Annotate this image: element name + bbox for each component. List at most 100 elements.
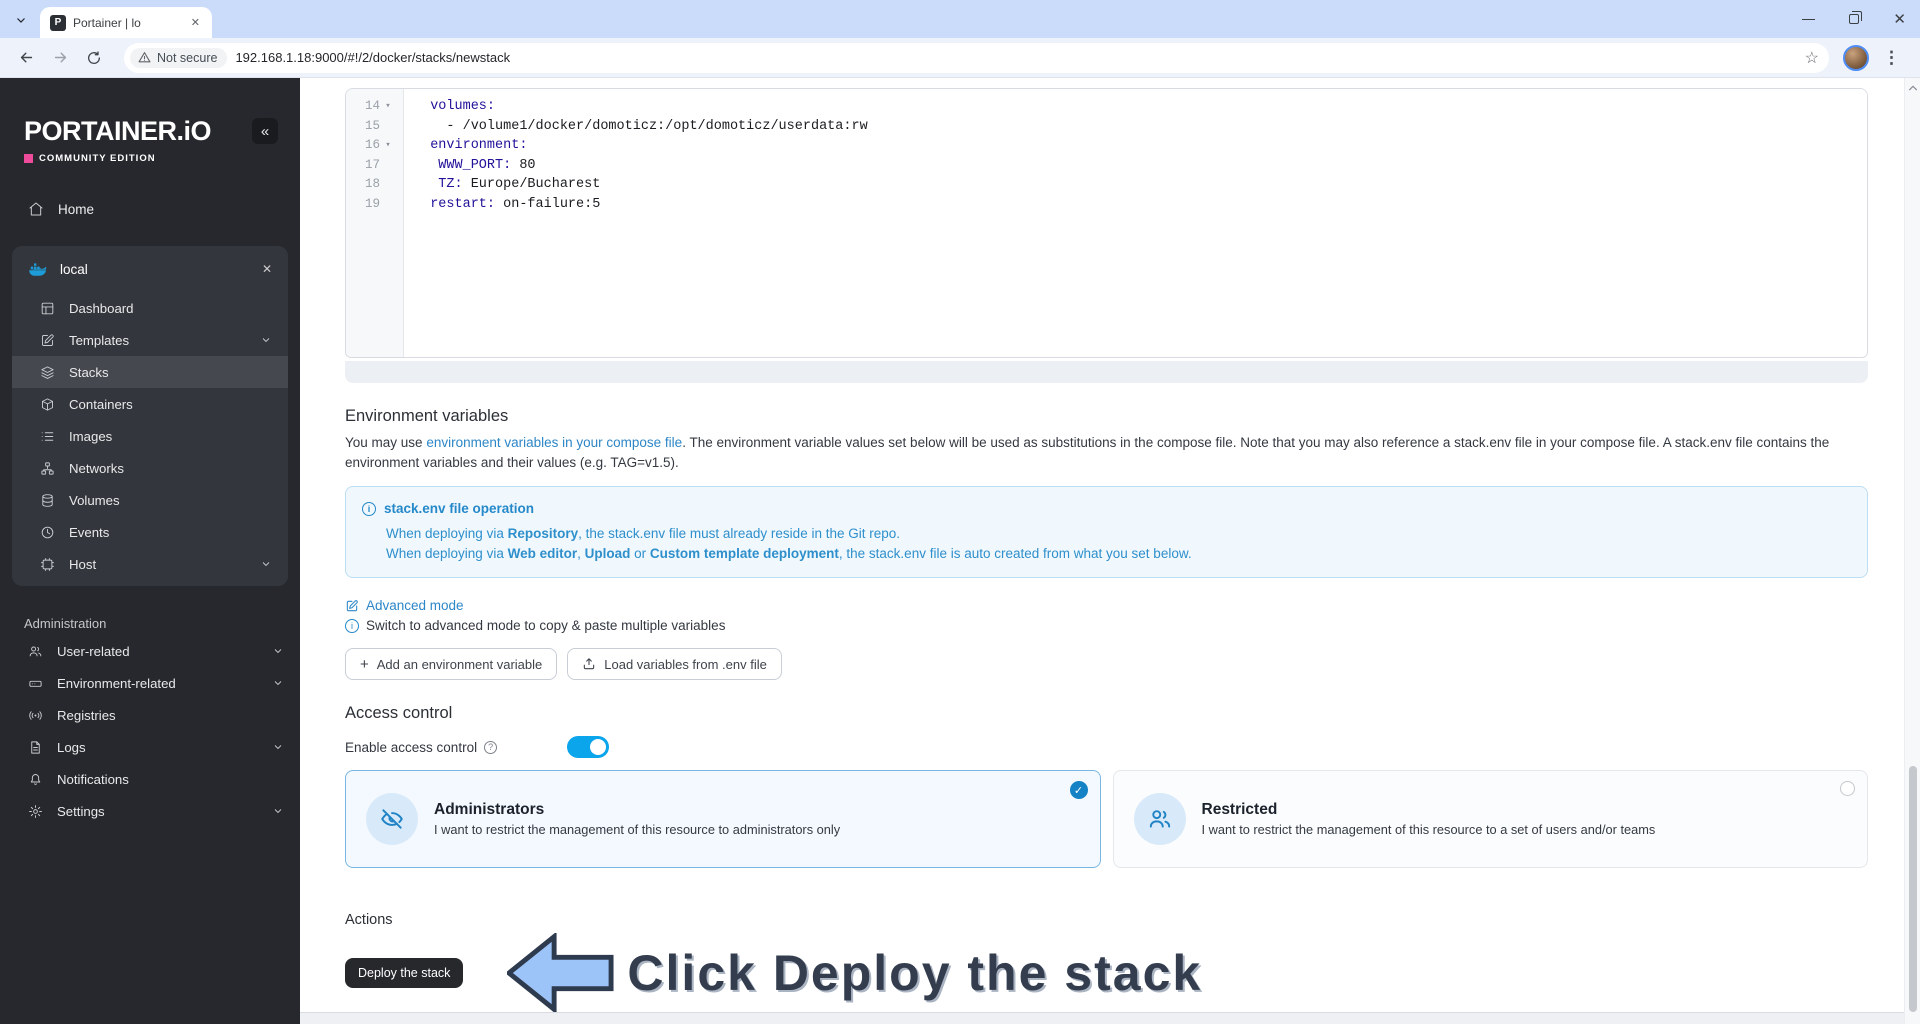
- back-button[interactable]: [12, 44, 40, 72]
- infobox-line-2: When deploying via Web editor, Upload or…: [386, 546, 1192, 561]
- portainer-logo: PORTAINER.iO: [24, 116, 212, 146]
- sidebar-item-environment-related[interactable]: Environment-related: [0, 667, 300, 699]
- sidebar-item-templates[interactable]: Templates: [12, 324, 288, 356]
- dashboard-icon: [41, 302, 54, 314]
- browser-toolbar: Not secure 192.168.1.18:9000/#!/2/docker…: [0, 38, 1920, 78]
- sidebar-item-images[interactable]: Images: [12, 420, 288, 452]
- administration-label: Administration: [24, 616, 107, 631]
- file-icon: [31, 740, 40, 754]
- footer-strip: [300, 1012, 1920, 1024]
- access-control-heading: Access control: [345, 704, 453, 722]
- sidebar-item-logs[interactable]: Logs: [0, 731, 300, 763]
- environment-name: local: [60, 261, 88, 277]
- env-vars-description: You may use environment variables in you…: [345, 435, 1830, 470]
- compose-docs-link[interactable]: environment variables in your compose fi…: [426, 435, 682, 450]
- forward-button[interactable]: [46, 44, 74, 72]
- sidebar-item-user-related[interactable]: User-related: [0, 635, 300, 667]
- code-line: - /volume1/docker/domoticz:/opt/domoticz…: [414, 118, 868, 134]
- environment-section: local ✕ Dashboard Templates Stacks Conta…: [12, 246, 288, 586]
- editor-gutter: 14 ▾ 15 16 ▾ 17 18 19: [346, 89, 404, 357]
- advanced-mode-link[interactable]: Advanced mode: [345, 598, 464, 613]
- scrollbar-up-icon[interactable]: [1908, 84, 1918, 92]
- containers-icon: [42, 397, 53, 411]
- main-content: 14 ▾ 15 16 ▾ 17 18 19 volumes: - /volume1/…: [300, 78, 1920, 1024]
- option-description: I want to restrict the management of thi…: [1201, 822, 1656, 837]
- option-description: I want to restrict the management of thi…: [434, 822, 841, 837]
- forward-arrow-icon: [54, 52, 66, 63]
- info-icon: i: [345, 618, 359, 633]
- sidebar-item-home[interactable]: Home: [0, 192, 300, 226]
- add-env-variable-button[interactable]: + Add an environment variable: [345, 648, 558, 680]
- templates-icon: [42, 333, 54, 346]
- users-icon: [29, 646, 42, 656]
- browser-titlebar: P Portainer | lo ✕ ✕: [0, 0, 1920, 38]
- environment-close-icon[interactable]: ✕: [262, 262, 272, 276]
- compose-web-editor[interactable]: 14 ▾ 15 16 ▾ 17 18 19 volumes: - /volume1/…: [345, 88, 1868, 358]
- tab-title: Portainer | lo: [73, 15, 141, 30]
- edition-square: [24, 154, 33, 163]
- networks-icon: [41, 461, 54, 475]
- sidebar-item-host[interactable]: Host: [12, 548, 288, 580]
- advanced-mode-hint: i Switch to advanced mode to copy & past…: [345, 618, 1868, 633]
- security-chip[interactable]: Not secure: [130, 47, 228, 68]
- address-bar[interactable]: Not secure 192.168.1.18:9000/#!/2/docker…: [124, 42, 1829, 73]
- window-restore-icon[interactable]: [1849, 10, 1863, 24]
- access-option-administrators[interactable]: Administrators I want to restrict the ma…: [345, 770, 1101, 868]
- sidebar-item-settings[interactable]: Settings: [0, 795, 300, 827]
- chevron-down-icon: [274, 809, 282, 814]
- sidebar: PORTAINER.iO « COMMUNITY EDITION Home lo…: [0, 78, 300, 1024]
- bookmark-star-icon[interactable]: ☆: [1805, 48, 1819, 68]
- browser-tab[interactable]: P Portainer | lo ✕: [40, 7, 212, 38]
- edition-badge: COMMUNITY EDITION: [0, 147, 300, 164]
- users-icon: [1149, 810, 1170, 828]
- docker-whale-icon: [29, 263, 47, 276]
- page-scrollbar[interactable]: [1904, 78, 1920, 1024]
- window-close-icon[interactable]: ✕: [1893, 10, 1906, 28]
- fold-icon[interactable]: ▾: [380, 97, 396, 117]
- stack-env-infobox: i stack.env file operation When deployin…: [345, 486, 1868, 578]
- code-line: WWW_PORT: 80: [414, 157, 536, 173]
- events-icon: [41, 526, 54, 538]
- browser-menu-icon[interactable]: ⋮: [1875, 48, 1908, 68]
- code-line: TZ: Europe/Bucharest: [414, 177, 601, 192]
- sidebar-item-containers[interactable]: Containers: [12, 388, 288, 420]
- environment-header[interactable]: local ✕: [12, 246, 288, 292]
- plus-icon: +: [360, 655, 369, 673]
- toggle-knob: [590, 739, 607, 755]
- profile-avatar[interactable]: [1843, 44, 1869, 71]
- sidebar-item-dashboard[interactable]: Dashboard: [12, 292, 288, 324]
- editor-resize-strip[interactable]: [345, 361, 1868, 383]
- hard-drive-icon: [29, 680, 42, 687]
- eye-off-icon: [381, 809, 403, 829]
- deploy-stack-button[interactable]: Deploy the stack: [345, 958, 464, 988]
- sidebar-item-volumes[interactable]: Volumes: [12, 484, 288, 516]
- sidebar-item-registries[interactable]: Registries: [0, 699, 300, 731]
- load-env-file-button[interactable]: Load variables from .env file: [567, 648, 782, 680]
- infobox-line-1: When deploying via Repository, the stack…: [386, 526, 900, 541]
- reload-button[interactable]: [80, 44, 108, 72]
- scrollbar-thumb[interactable]: [1909, 766, 1917, 1012]
- home-icon: [29, 202, 43, 216]
- radio-unselected-icon[interactable]: [1840, 781, 1855, 796]
- sidebar-item-notifications[interactable]: Notifications: [0, 763, 300, 795]
- sidebar-collapse-button[interactable]: «: [252, 118, 278, 144]
- access-option-restricted[interactable]: Restricted I want to restrict the manage…: [1112, 770, 1868, 868]
- tab-close-icon[interactable]: ✕: [187, 14, 204, 31]
- tab-search-button[interactable]: [10, 9, 32, 31]
- code-line: environment:: [414, 138, 528, 153]
- sidebar-item-events[interactable]: Events: [12, 516, 288, 548]
- editor-code[interactable]: volumes: - /volume1/docker/domoticz:/opt…: [404, 89, 1867, 357]
- window-minimize-icon[interactable]: [1802, 18, 1816, 20]
- option-title: Administrators: [434, 801, 545, 818]
- sidebar-item-networks[interactable]: Networks: [12, 452, 288, 484]
- upload-icon: [584, 658, 595, 670]
- chevron-down-icon: [274, 649, 282, 654]
- access-control-toggle[interactable]: [567, 736, 610, 758]
- bell-icon: [30, 773, 41, 785]
- annotation-text: Click Deploy the stack: [627, 945, 1203, 1001]
- gear-icon: [29, 804, 42, 818]
- fold-icon[interactable]: ▾: [380, 136, 396, 156]
- env-vars-heading: Environment variables: [345, 407, 509, 425]
- sidebar-item-stacks[interactable]: Stacks: [12, 356, 288, 388]
- url-text[interactable]: 192.168.1.18:9000/#!/2/docker/stacks/new…: [235, 50, 1796, 65]
